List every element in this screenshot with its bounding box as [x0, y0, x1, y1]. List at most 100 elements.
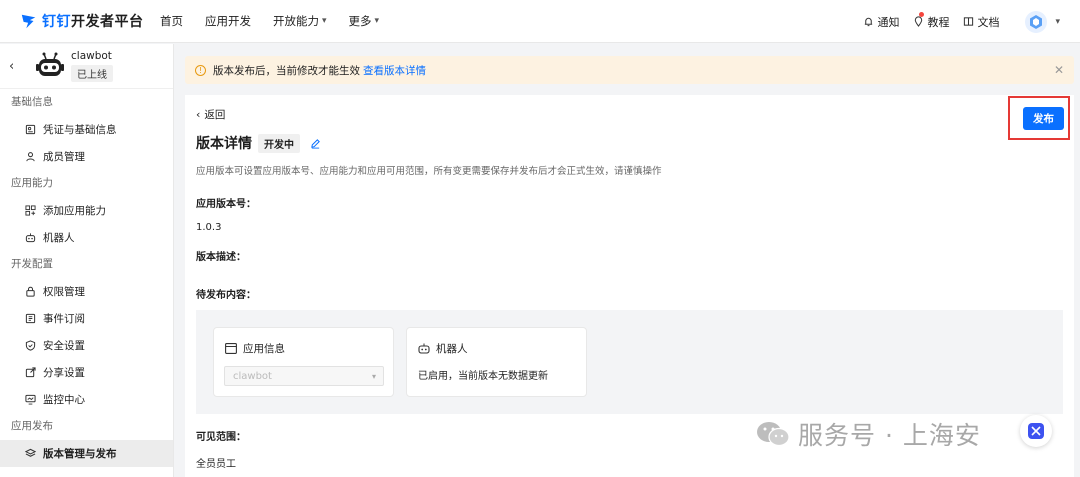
section-basic-info: 基础信息 [11, 96, 53, 108]
pending-content-label: 待发布内容： [196, 290, 256, 301]
robot-card: 机器人 已启用，当前版本无数据更新 [406, 327, 587, 397]
top-right-actions: 通知 教程 文档 ▾ [849, 0, 1060, 43]
view-version-link[interactable]: 查看版本详情 [363, 63, 426, 78]
robot-icon [24, 232, 36, 244]
sidebar-item-label: 版本管理与发布 [43, 448, 117, 460]
id-card-icon [24, 124, 36, 136]
nav-home[interactable]: 首页 [160, 13, 183, 29]
brand[interactable]: 钉钉开发者平台 [20, 11, 160, 31]
app-info-select-value: clawbot [233, 370, 272, 382]
version-desc-label: 版本描述： [196, 252, 246, 263]
back-arrow-icon[interactable]: ‹ [9, 59, 23, 74]
robot-avatar-icon [36, 52, 64, 76]
chevron-down-icon: ▾ [374, 16, 380, 26]
sidebar-item-label: 添加应用能力 [43, 205, 106, 217]
brand-name: 钉钉开发者平台 [42, 14, 144, 30]
chevron-down-icon[interactable]: ▾ [1055, 17, 1060, 27]
monitor-icon [24, 394, 36, 406]
back-link[interactable]: ‹ 返回 [196, 107, 225, 122]
floating-helper-button[interactable] [1020, 415, 1052, 447]
assistant-icon [1028, 423, 1044, 439]
apps-grid-icon [24, 205, 36, 217]
event-icon [24, 313, 36, 325]
sidebar-item-label: 凭证与基础信息 [43, 124, 117, 136]
section-app-capabilities: 应用能力 [11, 177, 53, 189]
sidebar-item-label: 监控中心 [43, 394, 85, 406]
location-pin-icon [915, 16, 923, 27]
edit-icon[interactable] [310, 138, 321, 149]
main-nav: 首页 应用开发 开放能力 ▾ 更多 ▾ [160, 13, 401, 29]
publish-highlight-box: 发布 [1008, 96, 1070, 140]
chevron-down-icon: ▾ [322, 16, 327, 26]
share-icon [24, 367, 36, 379]
sidebar-item-version-release[interactable]: 版本管理与发布 [0, 440, 173, 467]
app-name: clawbot [71, 50, 112, 62]
robot-card-title: 机器人 [418, 341, 468, 356]
chevron-down-icon: ▾ [371, 371, 376, 381]
section-app-release: 应用发布 [11, 420, 53, 432]
watermark-text: 服务号 · 上海安 [798, 421, 981, 450]
sidebar-item-permissions[interactable]: 权限管理 [0, 278, 173, 305]
docs-button[interactable]: 文档 [963, 14, 999, 30]
docs-label: 文档 [977, 15, 1000, 29]
top-bar: 钉钉开发者平台 首页 应用开发 开放能力 ▾ 更多 ▾ 通知 教程 文档 ▾ [0, 0, 1080, 43]
sidebar-item-security[interactable]: 安全设置 [0, 332, 173, 359]
dingtalk-logo-icon [21, 14, 36, 29]
bell-icon [865, 17, 873, 27]
lock-icon [24, 286, 36, 298]
app-info-card: 应用信息 clawbot ▾ [213, 327, 394, 397]
robot-card-text: 已启用，当前版本无数据更新 [418, 371, 548, 382]
tutorial-button[interactable]: 教程 [913, 11, 950, 30]
user-icon [24, 151, 36, 163]
sidebar-item-label: 权限管理 [43, 286, 85, 298]
avatar[interactable] [1025, 10, 1048, 33]
nav-open-capabilities[interactable]: 开放能力 ▾ [273, 13, 327, 29]
robot-icon [418, 343, 430, 354]
publish-button[interactable]: 发布 [1023, 107, 1064, 130]
app-meta: clawbot 已上线 [71, 50, 113, 82]
sidebar-item-credentials[interactable]: 凭证与基础信息 [0, 116, 173, 143]
tutorial-label: 教程 [927, 15, 950, 29]
close-icon[interactable]: ✕ [1054, 63, 1064, 77]
sidebar-item-label: 分享设置 [43, 367, 85, 379]
back-label: 返回 [204, 109, 226, 121]
page-description: 应用版本可设置应用版本号、应用能力和应用可用范围，所有变更需要保存并发布后才会正… [196, 166, 662, 177]
nav-app-dev[interactable]: 应用开发 [205, 13, 251, 29]
chevron-left-icon: ‹ [196, 108, 201, 121]
title-row: 版本详情 开发中 [196, 133, 321, 153]
sidebar-item-add-capability[interactable]: 添加应用能力 [0, 197, 173, 224]
sidebar-item-label: 成员管理 [43, 151, 85, 163]
wechat-logo-icon [757, 422, 790, 447]
book-icon [964, 17, 974, 26]
org-avatar-icon [1030, 14, 1043, 29]
watermark: 服务号 · 上海安 [756, 416, 981, 452]
sidebar: ‹ clawbot 已上线 基础信息 凭证与基础信息 成员管理 应用能力 添加应… [0, 44, 174, 477]
sidebar-item-share[interactable]: 分享设置 [0, 359, 173, 386]
page-title: 版本详情 [196, 136, 252, 152]
visible-scope-label: 可见范围： [196, 432, 246, 443]
window-icon [225, 343, 237, 354]
sidebar-item-label: 机器人 [43, 232, 75, 244]
pending-content-box: 应用信息 clawbot ▾ 机器人 已启用，当前版本无数据更新 [196, 310, 1063, 414]
app-info-select[interactable]: clawbot ▾ [224, 366, 384, 386]
nav-more[interactable]: 更多 ▾ [349, 13, 380, 29]
sidebar-item-monitor[interactable]: 监控中心 [0, 386, 173, 413]
shield-icon [24, 340, 36, 352]
visible-scope-value: 全员员工 [196, 459, 236, 470]
sidebar-item-members[interactable]: 成员管理 [0, 143, 173, 170]
app-card: ‹ clawbot 已上线 [0, 44, 173, 89]
sidebar-item-label: 事件订阅 [43, 313, 85, 325]
section-dev-config: 开发配置 [11, 258, 53, 270]
info-icon: ! [195, 64, 206, 76]
notify-button[interactable]: 通知 [863, 14, 899, 30]
info-banner: ! 版本发布后，当前修改才能生效 查看版本详情 ✕ [185, 56, 1074, 84]
notify-label: 通知 [877, 15, 900, 29]
sidebar-item-robot[interactable]: 机器人 [0, 224, 173, 251]
banner-text: 版本发布后，当前修改才能生效 [213, 64, 360, 77]
sidebar-item-events[interactable]: 事件订阅 [0, 305, 173, 332]
layers-icon [24, 448, 36, 460]
sidebar-item-label: 安全设置 [43, 340, 85, 352]
app-info-card-title: 应用信息 [225, 341, 285, 356]
version-number-label: 应用版本号： [196, 199, 256, 210]
status-badge: 开发中 [258, 133, 300, 153]
